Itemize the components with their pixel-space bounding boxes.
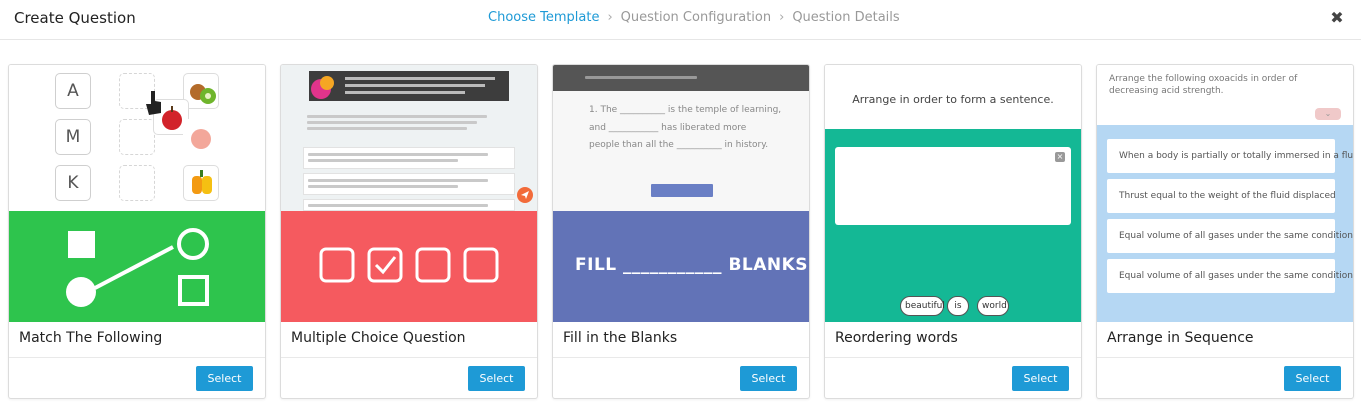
template-title: Multiple Choice Question <box>291 330 466 346</box>
chevron-right-icon: › <box>779 10 785 25</box>
option-row <box>303 173 515 195</box>
letter-tile: K <box>55 165 91 201</box>
select-button[interactable]: Select <box>196 366 253 391</box>
card-footer: Select <box>553 357 809 398</box>
template-card-fill-in-the-blanks[interactable]: 1. The __________ is the temple of learn… <box>552 64 810 399</box>
select-button[interactable]: Select <box>468 366 525 391</box>
card-footer: Select <box>9 357 265 398</box>
text-line <box>585 76 697 79</box>
sequence-item: Thrust equal to the weight of the fluid … <box>1107 179 1336 213</box>
text-line <box>307 121 477 124</box>
text-line <box>307 127 467 130</box>
preview-question: Arrange the following oxoacids in order … <box>1109 74 1298 96</box>
close-icon[interactable]: ✖ <box>1328 8 1346 28</box>
preview-line: and ___________ has liberated more <box>589 123 747 133</box>
fill-blanks-banner-text: FILL ___________ BLANKS <box>575 255 809 275</box>
drop-slot <box>119 165 155 201</box>
answer-box: × <box>835 147 1071 225</box>
template-title: Arrange in Sequence <box>1107 330 1254 346</box>
text-line <box>307 115 487 118</box>
template-preview: A M K <box>9 65 265 322</box>
option-row <box>303 199 515 211</box>
text-line <box>308 204 488 207</box>
word-chip: is <box>947 296 969 316</box>
template-card-match-the-following[interactable]: A M K Match The Following Select <box>8 64 266 399</box>
template-card-reordering-words[interactable]: Arrange in order to form a sentence. × b… <box>824 64 1082 399</box>
question-banner-image <box>309 71 509 101</box>
template-card-multiple-choice[interactable]: Multiple Choice Question Select <box>280 64 538 399</box>
modal-header: Create Question Choose Template › Questi… <box>0 0 1361 40</box>
hand-cursor-icon <box>146 91 161 115</box>
preview-top: A M K <box>9 65 265 211</box>
step-choose-template[interactable]: Choose Template <box>488 10 599 25</box>
text-line <box>308 159 458 162</box>
card-footer: Select <box>825 357 1081 398</box>
select-button[interactable]: Select <box>740 366 797 391</box>
step-question-configuration[interactable]: Question Configuration <box>621 10 771 25</box>
template-title: Fill in the Blanks <box>563 330 678 346</box>
card-footer: Select <box>281 357 537 398</box>
chevron-down-icon: ⌄ <box>1315 108 1341 120</box>
option-row <box>303 147 515 169</box>
preview-line: people than all the __________ in histor… <box>589 140 769 150</box>
template-preview: Arrange in order to form a sentence. × b… <box>825 65 1081 322</box>
drop-slot <box>119 119 155 155</box>
chevron-right-icon: › <box>607 10 613 25</box>
letter-tile: A <box>55 73 91 109</box>
template-card-arrange-in-sequence[interactable]: Arrange the following oxoacids in order … <box>1096 64 1354 399</box>
close-icon: × <box>1055 152 1065 162</box>
preview-line: 1. The __________ is the temple of learn… <box>589 105 782 115</box>
fruit-pepper-image <box>183 165 219 201</box>
breadcrumb: Choose Template › Question Configuration… <box>488 10 900 25</box>
sequence-item: When a body is partially or totally imme… <box>1107 139 1353 173</box>
template-preview: Arrange the following oxoacids in order … <box>1097 65 1353 322</box>
preview-banner <box>281 211 537 322</box>
send-icon <box>517 187 533 203</box>
letter-tile: M <box>55 119 91 155</box>
step-question-details[interactable]: Question Details <box>792 10 899 25</box>
template-preview <box>281 65 537 322</box>
select-button[interactable]: Select <box>1284 366 1341 391</box>
select-button[interactable]: Select <box>1012 366 1069 391</box>
page-title: Create Question <box>14 9 136 27</box>
template-title: Reordering words <box>835 330 958 346</box>
template-title: Match The Following <box>19 330 163 346</box>
checkbox-icons <box>319 247 499 283</box>
text-line <box>308 179 488 182</box>
text-line <box>308 185 458 188</box>
preview-top <box>281 65 537 211</box>
template-preview: 1. The __________ is the temple of learn… <box>553 65 809 322</box>
preview-submit-button <box>651 184 713 197</box>
option-row <box>303 109 515 139</box>
sequence-item: Equal volume of all gases under the same… <box>1107 259 1353 293</box>
preview-banner <box>9 211 265 322</box>
word-chip: world <box>977 296 1009 316</box>
match-lines-icon <box>66 228 209 307</box>
card-footer: Select <box>1097 357 1353 398</box>
word-chip: beautiful <box>900 296 945 316</box>
preview-header-bar <box>553 65 809 91</box>
fruit-peach-image <box>183 119 219 155</box>
preview-question: Arrange in order to form a sentence. <box>852 93 1054 106</box>
sequence-item: Equal volume of all gases under the same… <box>1107 219 1353 253</box>
preview-top: 1. The __________ is the temple of learn… <box>553 65 809 211</box>
text-line <box>308 153 488 156</box>
